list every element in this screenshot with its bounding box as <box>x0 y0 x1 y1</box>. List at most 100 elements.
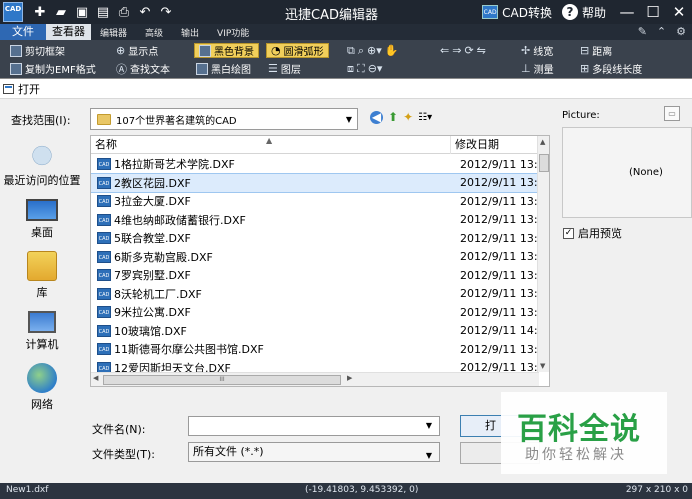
place-desktop-label: 桌面 <box>31 226 53 239</box>
polyline-length-button[interactable]: ⊞ 多段线长度 <box>580 61 642 76</box>
smooth-arc-button[interactable]: ◔ 圆滑弧形 <box>266 43 329 58</box>
settings-icon[interactable]: ⚙ <box>676 25 686 38</box>
file-date: 2012/9/11 13:1 <box>460 213 539 227</box>
new-folder-icon[interactable]: ✦ <box>403 110 413 124</box>
fit-icon[interactable]: ⧈ <box>347 62 354 76</box>
file-row[interactable]: CAD 9米拉公寓.DXF 2012/9/11 13:4 <box>91 303 539 322</box>
up-folder-icon[interactable]: ⬆ <box>388 110 398 124</box>
layers-button[interactable]: ☰ 图层 <box>268 61 301 76</box>
black-background-icon <box>199 44 211 57</box>
column-header-date[interactable]: 修改日期 <box>451 136 539 154</box>
file-row[interactable]: CAD 6斯多克勒宫殿.DXF 2012/9/11 13:1 <box>91 248 539 267</box>
place-network[interactable]: 网络 <box>0 363 84 412</box>
new-icon[interactable]: ✚ <box>31 3 49 21</box>
place-library[interactable]: 库 <box>0 251 84 300</box>
file-row[interactable]: CAD 7罗宾别墅.DXF 2012/9/11 13:1 <box>91 266 539 285</box>
brush-icon[interactable]: ✎ <box>638 25 647 38</box>
next-view-icon[interactable]: ⇒ <box>452 44 461 57</box>
open-folder-icon[interactable]: ▰ <box>52 3 70 21</box>
mirror-icon[interactable]: ⇋ <box>477 44 486 57</box>
extents-icon[interactable]: ⛶ <box>357 62 365 76</box>
vertical-scroll-thumb[interactable] <box>539 154 549 172</box>
file-row[interactable]: CAD 5联合教堂.DXF 2012/9/11 13:1 <box>91 229 539 248</box>
scroll-right-icon[interactable]: ▶ <box>347 374 352 382</box>
menu-vip[interactable]: VIP功能 <box>208 24 258 40</box>
dxf-file-icon: CAD <box>97 343 111 356</box>
prev-view-icon[interactable]: ⇐ <box>440 44 449 57</box>
vertical-scrollbar[interactable]: ▲ ▼ <box>537 136 549 372</box>
file-date: 2012/9/11 13:0 <box>460 176 539 190</box>
scroll-down-icon[interactable]: ▼ <box>540 362 545 370</box>
horizontal-scrollbar[interactable]: ◀ III ▶ <box>91 372 539 386</box>
filename-input[interactable]: ▼ <box>188 416 440 436</box>
rotate-icon[interactable]: ⟳ <box>464 44 473 57</box>
cut-frame-button[interactable]: 剪切框架 <box>10 43 65 58</box>
scroll-left-icon[interactable]: ◀ <box>93 374 98 382</box>
expand-icon[interactable]: ⌃ <box>657 25 666 38</box>
menubar: 文件 查看器 编辑器 高级 输出 VIP功能 ✎ ⌃ ⚙ <box>0 24 692 40</box>
look-in-combo[interactable]: 107个世界著名建筑的CAD ▼ <box>90 108 358 130</box>
save-icon[interactable]: ▣ <box>73 3 91 21</box>
file-date: 2012/9/11 13:0 <box>460 157 539 171</box>
chevron-down-icon[interactable]: ▼ <box>341 115 357 124</box>
filename-dropdown-icon[interactable]: ▼ <box>421 421 437 430</box>
view-menu-icon[interactable]: ☷▾ <box>418 112 432 123</box>
zoom-out-icon[interactable]: ⊖▾ <box>368 62 383 75</box>
undo-icon[interactable]: ↶ <box>136 3 154 21</box>
menu-advanced[interactable]: 高级 <box>136 24 172 40</box>
file-row[interactable]: CAD 2教区花园.DXF 2012/9/11 13:0 <box>91 172 540 193</box>
zoom-rect-icon[interactable]: ⌕ <box>358 44 364 58</box>
file-row[interactable]: CAD 10玻璃馆.DXF 2012/9/11 14:5 <box>91 322 539 341</box>
menu-viewer[interactable]: 查看器 <box>46 24 91 40</box>
minimize-button[interactable]: — <box>614 3 640 21</box>
print-icon[interactable]: ⎙ <box>115 3 133 21</box>
zoom-in-icon[interactable]: ⊕▾ <box>367 44 382 57</box>
file-date: 2012/9/11 13:4 <box>460 305 539 319</box>
dxf-file-icon: CAD <box>97 250 111 263</box>
redo-icon[interactable]: ↷ <box>157 3 175 21</box>
preview-label: Picture: <box>562 110 600 121</box>
place-recent[interactable]: 最近访问的位置 <box>0 139 84 188</box>
select-icon[interactable]: ⧉ <box>347 44 355 58</box>
copy-emf-button[interactable]: 复制为EMF格式 <box>10 61 96 76</box>
show-points-button[interactable]: ⊕ 显示点 <box>116 43 158 58</box>
file-name: 8沃轮机工厂.DXF <box>114 287 202 301</box>
find-text-label: 查找文本 <box>130 65 170 76</box>
file-row[interactable]: CAD 11斯德哥尔摩公共图书馆.DXF 2012/9/11 13:4 <box>91 340 539 359</box>
filetype-select[interactable]: 所有文件 (*.*) ▼ <box>188 442 440 462</box>
maximize-button[interactable]: ☐ <box>640 3 666 21</box>
distance-button[interactable]: ⊟ 距离 <box>580 43 612 58</box>
black-white-button[interactable]: 黑白绘图 <box>196 61 251 76</box>
dxf-file-icon: CAD <box>97 213 111 226</box>
menu-editor[interactable]: 编辑器 <box>91 24 136 40</box>
measure-button[interactable]: ⊥ 测量 <box>521 61 554 76</box>
place-computer[interactable]: 计算机 <box>0 307 84 352</box>
nav-tools: ⇐ ⇒ ⟳ ⇋ <box>440 43 486 58</box>
column-header-name[interactable]: 名称 ▲ <box>91 136 451 154</box>
file-row[interactable]: CAD 4维也纳邮政储蓄银行.DXF 2012/9/11 13:1 <box>91 211 539 230</box>
pan-icon[interactable]: ✋ <box>385 44 399 57</box>
save-as-icon[interactable]: ▤ <box>94 3 112 21</box>
place-desktop[interactable]: 桌面 <box>0 195 84 240</box>
cad-convert-button[interactable]: CAD CAD转换 <box>482 4 552 21</box>
back-icon[interactable]: ◀ <box>370 110 383 124</box>
enable-preview-checkbox[interactable]: ✓ 启用预览 <box>563 225 622 241</box>
filetype-dropdown-icon[interactable]: ▼ <box>421 447 437 465</box>
file-row[interactable]: CAD 8沃轮机工厂.DXF 2012/9/11 13:1 <box>91 285 539 304</box>
scroll-up-icon[interactable]: ▲ <box>540 138 545 146</box>
help-button[interactable]: ? 帮助 <box>561 4 606 21</box>
file-row[interactable]: CAD 1格拉斯哥艺术学院.DXF 2012/9/11 13:0 <box>91 155 539 174</box>
linewidth-button[interactable]: ✢ 线宽 <box>521 43 553 58</box>
preview-toggle-icon[interactable]: ▭ <box>664 106 680 121</box>
menu-file[interactable]: 文件 <box>0 24 46 40</box>
horizontal-scroll-thumb[interactable]: III <box>103 375 341 385</box>
file-list[interactable]: 名称 ▲ 修改日期 CAD 1格拉斯哥艺术学院.DXF 2012/9/11 13:0… <box>90 135 550 387</box>
menu-output[interactable]: 输出 <box>172 24 208 40</box>
file-row[interactable]: CAD 3拉金大厦.DXF 2012/9/11 13:0 <box>91 192 539 211</box>
points-icon: ⊕ <box>116 44 126 57</box>
file-name: 10玻璃馆.DXF <box>114 324 187 338</box>
close-button[interactable]: ✕ <box>666 3 692 21</box>
black-white-icon <box>196 62 208 75</box>
black-background-button[interactable]: 黑色背景 <box>194 43 259 58</box>
find-text-button[interactable]: Ⓐ 查找文本 <box>116 61 170 77</box>
